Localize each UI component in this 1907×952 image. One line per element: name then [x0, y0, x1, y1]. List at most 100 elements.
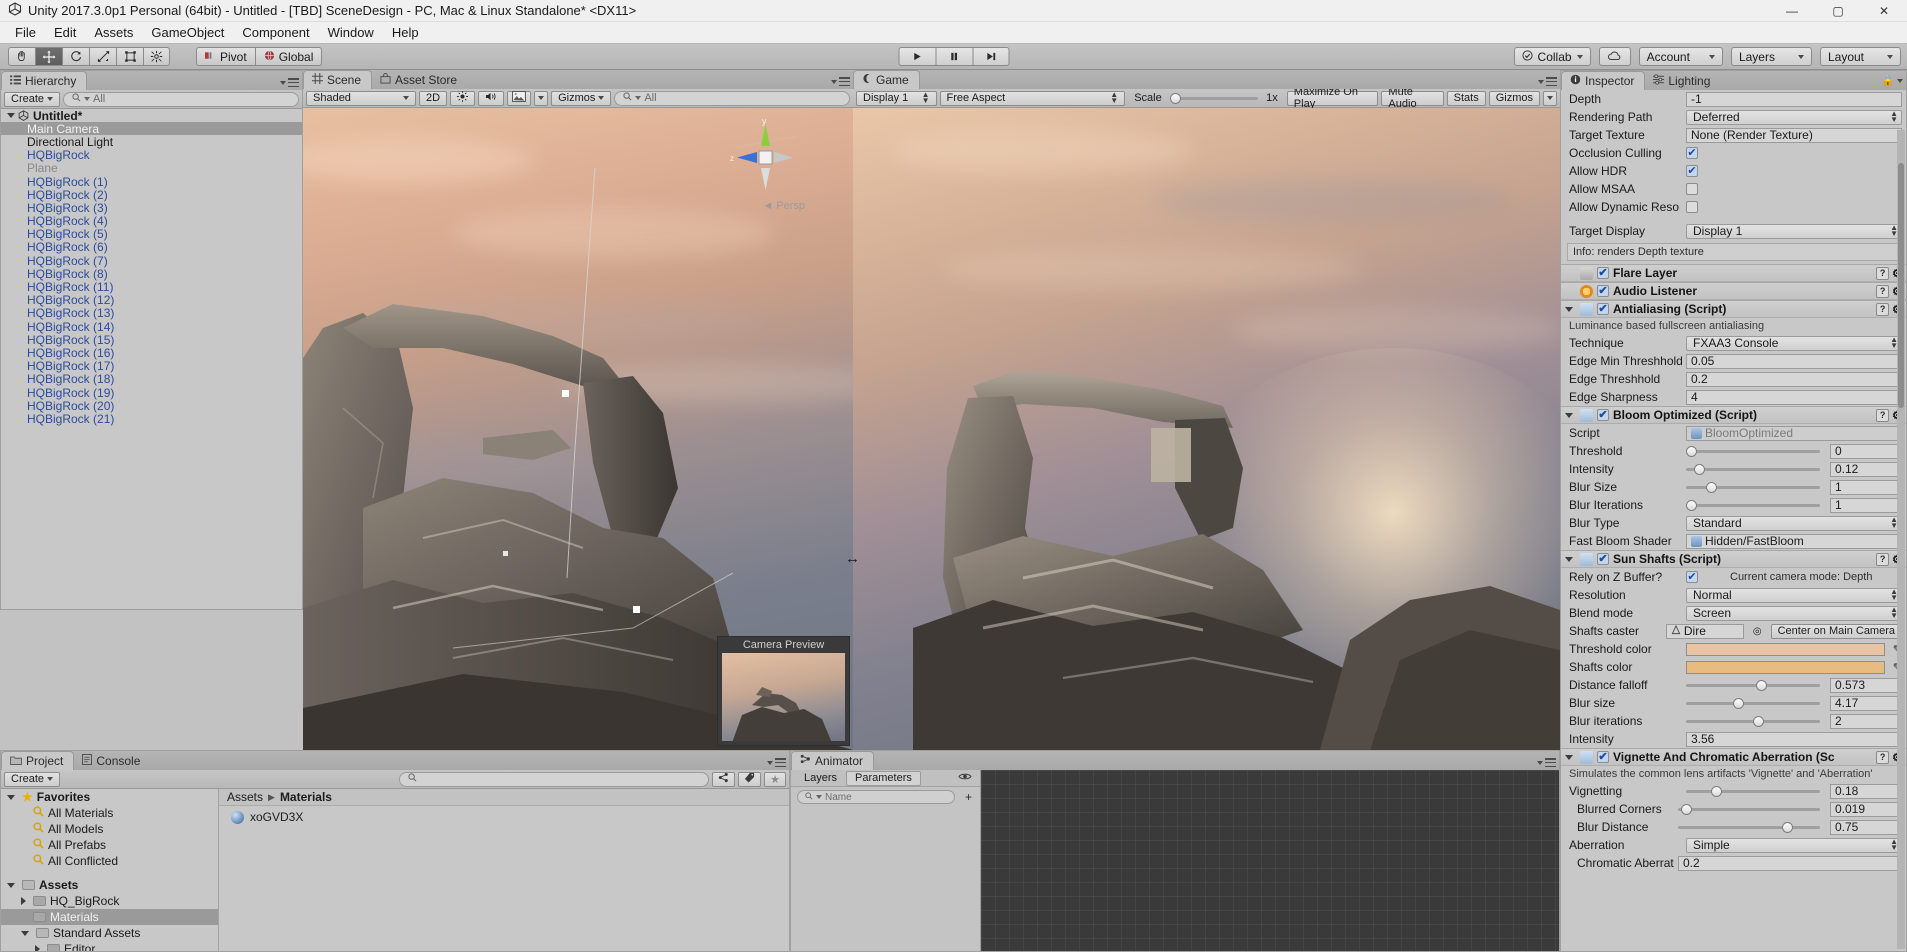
- breadcrumb-assets[interactable]: Assets: [227, 790, 263, 804]
- tab-scene[interactable]: Scene: [303, 70, 373, 89]
- menu-component[interactable]: Component: [233, 23, 318, 42]
- menu-edit[interactable]: Edit: [45, 23, 85, 42]
- maximize-on-play-button[interactable]: Maximize On Play: [1286, 86, 1379, 110]
- hierarchy-list[interactable]: Untitled* Main Camera Directional Light HQ…: [1, 109, 302, 609]
- tab-inspector[interactable]: Inspector: [1561, 71, 1646, 90]
- component-header-bloom-optimized-script[interactable]: Bloom Optimized (Script)?⚙: [1561, 406, 1906, 424]
- slider-value-input[interactable]: 0.18: [1830, 783, 1902, 799]
- game-scale-slider[interactable]: Scale 1x: [1128, 91, 1284, 106]
- hierarchy-item-hqbigrock-2[interactable]: HQBigRock (2): [1, 188, 302, 202]
- mute-audio-button[interactable]: Mute Audio: [1381, 86, 1444, 110]
- hierarchy-tab-menu[interactable]: [280, 78, 299, 87]
- scene-lighting-toggle[interactable]: [450, 90, 476, 106]
- add-parameter-button[interactable]: +: [965, 790, 972, 804]
- project-tree-item-materials[interactable]: Materials: [1, 909, 218, 925]
- hierarchy-item-hqbigrock-16[interactable]: HQBigRock (16): [1, 346, 302, 360]
- scene-2d-toggle[interactable]: 2D: [419, 90, 448, 106]
- dropdown[interactable]: Standard ▲ ▼: [1686, 515, 1902, 531]
- project-create-button[interactable]: Create: [4, 771, 61, 787]
- tab-animator[interactable]: Animator: [791, 751, 875, 770]
- slider[interactable]: [1686, 498, 1820, 513]
- transform-tool-button[interactable]: [143, 47, 170, 66]
- hierarchy-item-hqbigrock-4[interactable]: HQBigRock (4): [1, 214, 302, 228]
- slider-handle[interactable]: [1680, 803, 1692, 815]
- component-header-antialiasing-script[interactable]: Antialiasing (Script)?⚙: [1561, 300, 1906, 318]
- collab-button[interactable]: Collab: [1513, 47, 1591, 66]
- game-display-dropdown[interactable]: Display 1 ▲ ▼: [856, 90, 937, 106]
- hierarchy-item-hqbigrock-17[interactable]: HQBigRock (17): [1, 359, 302, 373]
- scene-perspective-label[interactable]: ◄ Persp: [762, 200, 805, 212]
- hand-tool-button[interactable]: [8, 47, 35, 66]
- layers-button[interactable]: Layers: [1730, 47, 1812, 66]
- project-tree-item-all-materials[interactable]: All Materials: [1, 805, 218, 821]
- pivot-button[interactable]: Pivot: [196, 47, 255, 66]
- hierarchy-item-hqbigrock-3[interactable]: HQBigRock (3): [1, 201, 302, 215]
- help-icon[interactable]: ?: [1876, 302, 1890, 316]
- project-tree-item-standard-assets[interactable]: Standard Assets: [1, 925, 218, 941]
- component-enabled-checkbox[interactable]: [1597, 553, 1609, 565]
- scene-orientation-gizmo[interactable]: y z: [729, 116, 801, 204]
- scene-viewport[interactable]: y z ◄ Persp Camera Preview: [303, 108, 853, 750]
- account-button[interactable]: Account: [1638, 47, 1723, 66]
- chevron-right-icon[interactable]: [35, 945, 40, 951]
- chevron-down-icon[interactable]: [1565, 556, 1573, 562]
- slider-handle[interactable]: [1732, 697, 1744, 709]
- slider-handle[interactable]: [1753, 715, 1764, 727]
- hierarchy-item-hqbigrock-18[interactable]: HQBigRock (18): [1, 372, 302, 386]
- slider[interactable]: [1686, 714, 1820, 729]
- slider-handle[interactable]: [1686, 499, 1697, 511]
- project-tree[interactable]: ★ Favorites All Materials All Models All Pre…: [1, 789, 219, 951]
- tab-layers[interactable]: Layers: [795, 771, 846, 786]
- hierarchy-item-hqbigrock-14[interactable]: HQBigRock (14): [1, 320, 302, 334]
- text-input[interactable]: 4: [1686, 389, 1902, 405]
- hierarchy-item-main-camera[interactable]: Main Camera: [1, 122, 302, 136]
- scene-drawmode-dropdown[interactable]: Shaded: [306, 90, 416, 106]
- lock-icon[interactable]: 🔒: [1881, 74, 1895, 87]
- game-gizmos-button[interactable]: Gizmos: [1488, 90, 1540, 106]
- scale-slider-track[interactable]: [1169, 91, 1259, 106]
- slider[interactable]: [1686, 480, 1820, 495]
- hierarchy-item-plane[interactable]: Plane: [1, 161, 302, 175]
- scene-fx-dropdown[interactable]: [534, 90, 549, 106]
- game-viewport[interactable]: [853, 108, 1560, 750]
- hierarchy-item-hqbigrock-19[interactable]: HQBigRock (19): [1, 386, 302, 400]
- minimize-button[interactable]: —: [1769, 0, 1815, 22]
- filter-type-button[interactable]: [712, 771, 736, 787]
- checkbox[interactable]: [1686, 183, 1698, 195]
- animator-parameter-search[interactable]: Name: [797, 790, 955, 804]
- checkbox[interactable]: [1686, 147, 1698, 159]
- rotate-tool-button[interactable]: [62, 47, 89, 66]
- slider-handle[interactable]: [1711, 785, 1723, 797]
- cloud-button[interactable]: [1598, 47, 1631, 66]
- text-input[interactable]: 3.56: [1686, 731, 1902, 747]
- inspector-scrollbar[interactable]: [1897, 130, 1905, 949]
- component-header-audio-listener[interactable]: Audio Listener?⚙: [1561, 282, 1906, 300]
- dropdown[interactable]: Simple ▲ ▼: [1686, 837, 1902, 853]
- dropdown[interactable]: FXAA3 Console ▲ ▼: [1686, 335, 1902, 351]
- hierarchy-item-hqbigrock-7[interactable]: HQBigRock (7): [1, 254, 302, 268]
- maximize-button[interactable]: ▢: [1815, 0, 1861, 22]
- hierarchy-item-hqbigrock-6[interactable]: HQBigRock (6): [1, 240, 302, 254]
- dropdown[interactable]: Display 1 ▲ ▼: [1686, 223, 1902, 239]
- tab-hierarchy[interactable]: Hierarchy: [1, 71, 88, 90]
- center-on-main-camera-button[interactable]: Center on Main Camera: [1770, 623, 1902, 639]
- scene-search-input[interactable]: All: [614, 90, 850, 106]
- slider-handle[interactable]: [1755, 679, 1767, 691]
- chevron-down-icon[interactable]: [7, 882, 15, 888]
- component-enabled-checkbox[interactable]: [1597, 303, 1609, 315]
- project-tree-item-all-models[interactable]: All Models: [1, 821, 218, 837]
- component-header-vignette-and-chromatic-aberration-sc[interactable]: Vignette And Chromatic Aberration (Sc?⚙: [1561, 748, 1906, 766]
- help-icon[interactable]: ?: [1876, 284, 1890, 298]
- color-swatch[interactable]: [1686, 660, 1885, 674]
- slider-value-input[interactable]: 0.573: [1830, 677, 1902, 693]
- slider[interactable]: [1678, 820, 1820, 835]
- checkbox[interactable]: [1686, 165, 1698, 177]
- hierarchy-item-hqbigrock-8[interactable]: HQBigRock (8): [1, 267, 302, 281]
- menu-file[interactable]: File: [6, 23, 45, 42]
- scene-fx-toggle[interactable]: [507, 90, 532, 106]
- slider[interactable]: [1678, 802, 1820, 817]
- step-button[interactable]: [972, 47, 1009, 66]
- color-swatch[interactable]: [1686, 642, 1885, 656]
- menu-help[interactable]: Help: [383, 23, 428, 42]
- object-field[interactable]: Hidden/FastBloom: [1686, 533, 1902, 549]
